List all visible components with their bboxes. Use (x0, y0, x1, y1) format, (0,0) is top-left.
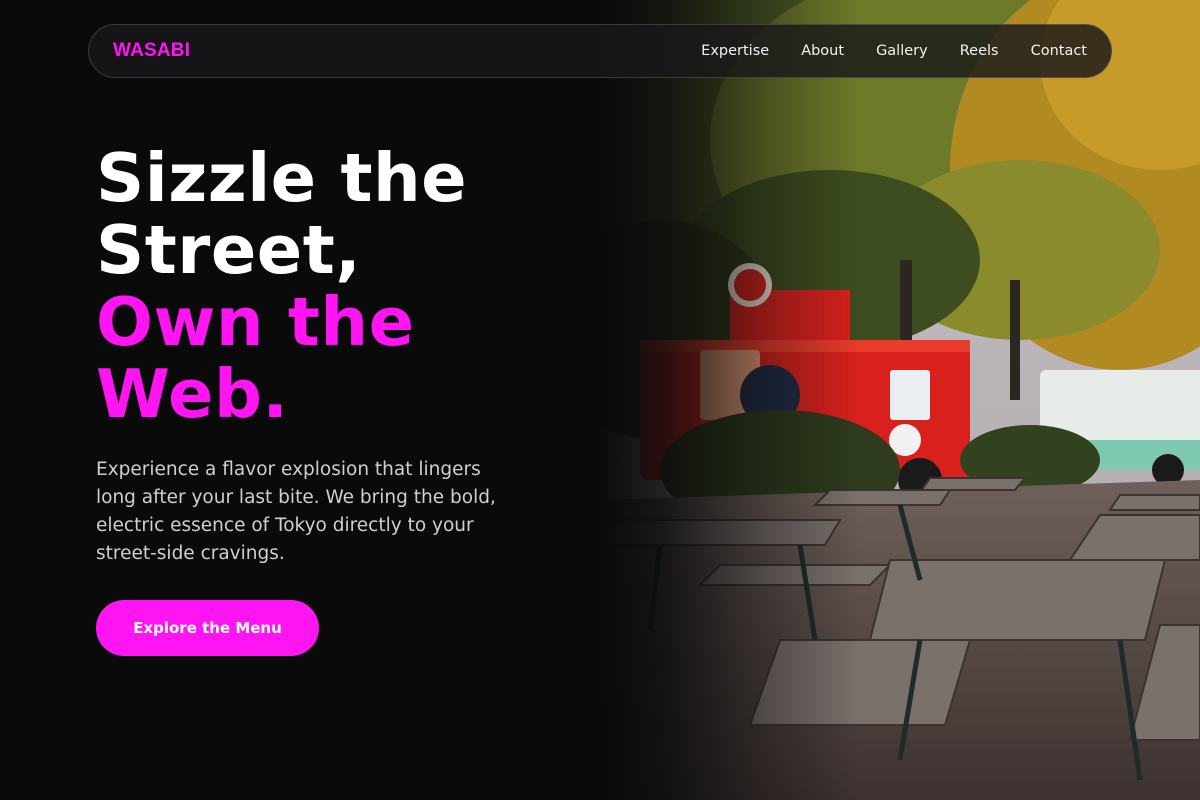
landing-page: WASABI Expertise About Gallery Reels Con… (0, 0, 1200, 800)
food-truck-park-photo (600, 0, 1200, 800)
hero-description: Experience a flavor explosion that linge… (96, 459, 496, 564)
headline-line-1: Sizzle the (96, 139, 468, 217)
explore-menu-button[interactable]: Explore the Menu (96, 600, 319, 656)
headline-line-2: Street, (96, 211, 362, 289)
brand-logo[interactable]: WASABI (113, 40, 190, 62)
headline-accent-line-2: Web. (96, 355, 289, 433)
nav-link-expertise[interactable]: Expertise (701, 43, 769, 59)
nav-link-contact[interactable]: Contact (1031, 43, 1087, 59)
top-nav: WASABI Expertise About Gallery Reels Con… (88, 24, 1112, 78)
nav-links: Expertise About Gallery Reels Contact (701, 43, 1087, 59)
nav-link-gallery[interactable]: Gallery (876, 43, 928, 59)
nav-link-reels[interactable]: Reels (960, 43, 999, 59)
nav-link-about[interactable]: About (801, 43, 844, 59)
hero-headline: Sizzle the Street, Own the Web. (96, 142, 616, 430)
headline-accent-line-1: Own the (96, 283, 415, 361)
hero-image (600, 0, 1200, 800)
